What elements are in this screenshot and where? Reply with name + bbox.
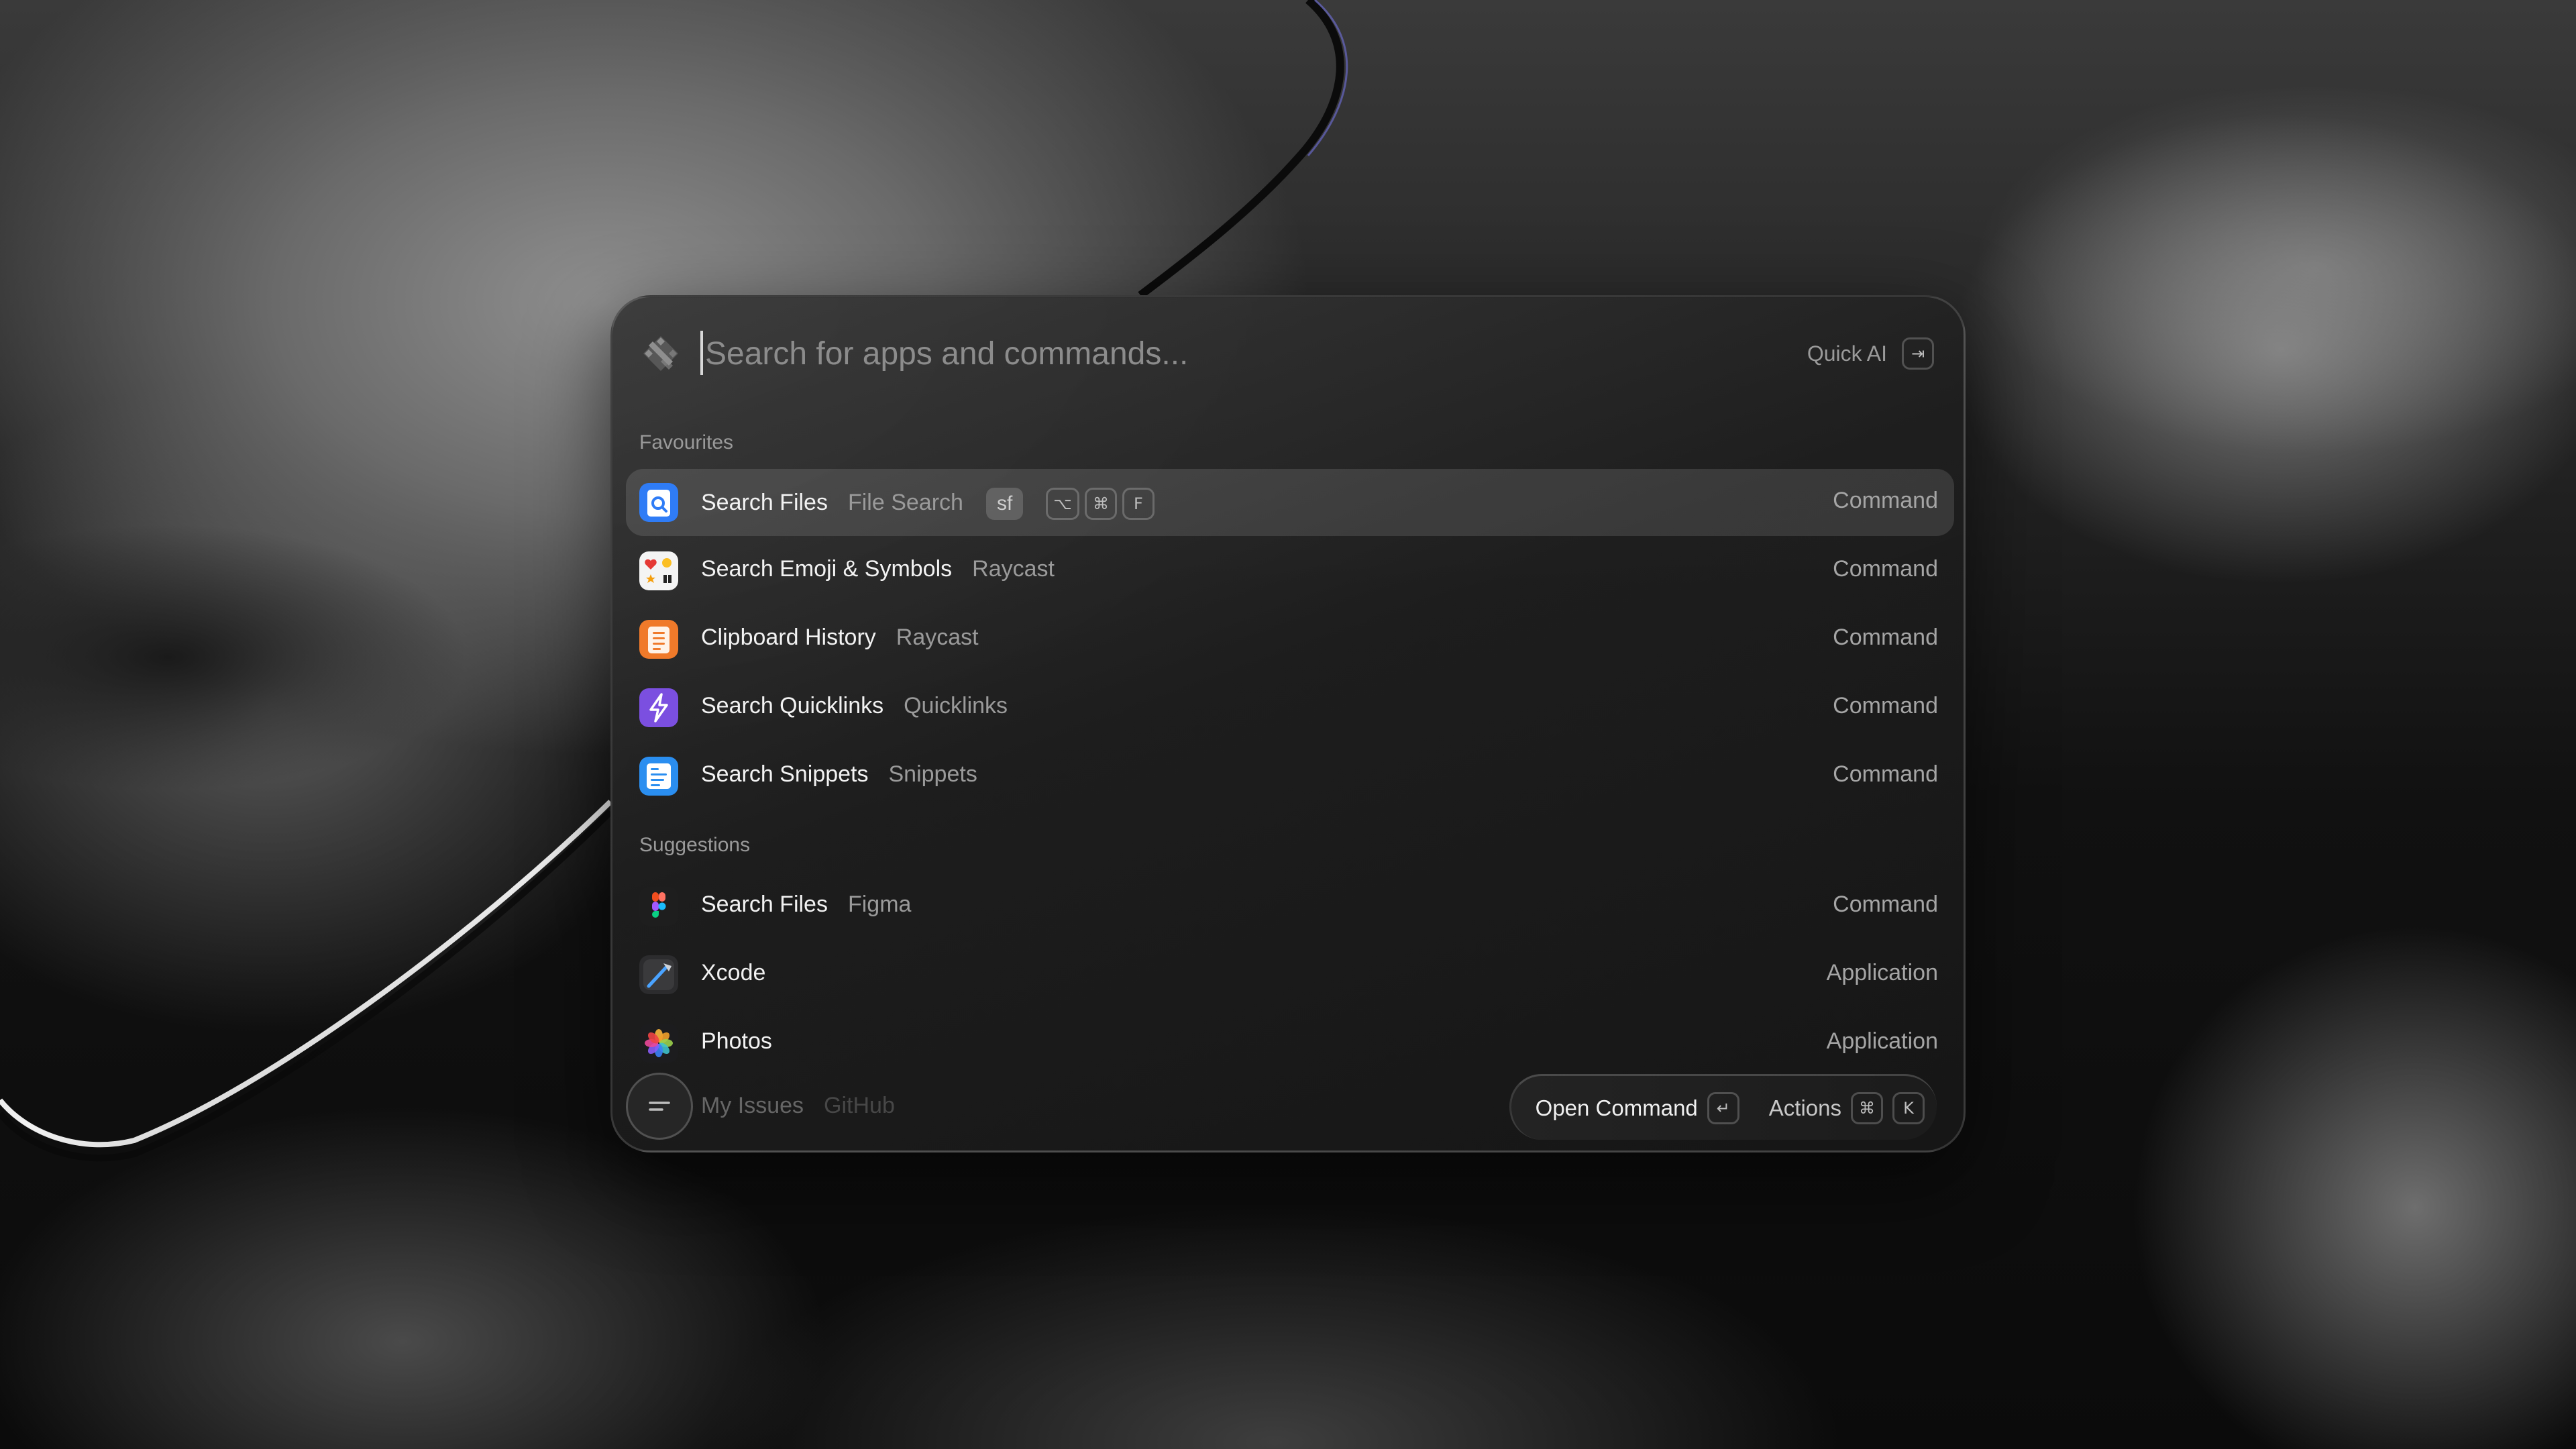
list-item-xcode[interactable]: Xcode Application xyxy=(626,941,1954,1008)
item-shortcuts: sf ⌥ ⌘ F xyxy=(985,488,1155,520)
quick-ai-label: Quick AI xyxy=(1807,341,1887,366)
search-bar: Quick AI ⇥ xyxy=(612,297,1964,411)
search-input[interactable] xyxy=(705,324,1644,383)
item-title: Xcode xyxy=(701,960,766,985)
emoji-icon xyxy=(639,551,678,590)
return-key-icon: ↵ xyxy=(1707,1091,1739,1124)
item-text: Search Files Figma xyxy=(701,892,911,918)
item-subtitle: File Search xyxy=(847,489,963,515)
item-subtitle: Raycast xyxy=(896,625,979,650)
item-text: Search Snippets Snippets xyxy=(701,761,977,788)
photos-icon xyxy=(639,1024,678,1063)
command-key-icon: ⌘ xyxy=(1084,488,1117,520)
raycast-logo-icon xyxy=(643,336,678,371)
menu-lines-icon xyxy=(649,1102,670,1111)
list-item-search-emoji[interactable]: Search Emoji & Symbols Raycast Command xyxy=(626,537,1954,604)
alias-badge: sf xyxy=(985,488,1024,520)
list-item-clipboard-history[interactable]: Clipboard History Raycast Command xyxy=(626,606,1954,673)
quicklinks-icon xyxy=(639,688,678,727)
item-text: Search Files File Search sf ⌥ ⌘ F xyxy=(701,488,1155,520)
item-text: Search Emoji & Symbols Raycast xyxy=(701,556,1055,582)
item-title: Search Files xyxy=(701,892,828,917)
actions-button[interactable]: Actions xyxy=(1769,1095,1841,1121)
list-item-search-quicklinks[interactable]: Search Quicklinks Quicklinks Command xyxy=(626,674,1954,741)
snippets-icon xyxy=(639,757,678,796)
item-type: Command xyxy=(1833,892,1938,917)
item-type: Command xyxy=(1833,488,1938,513)
action-buttons: Open Command ↵ Actions ⌘ K xyxy=(1509,1074,1937,1140)
item-title: Search Quicklinks xyxy=(701,693,884,718)
text-caret xyxy=(700,331,703,375)
figma-icon xyxy=(639,887,678,926)
item-type: Application xyxy=(1826,960,1938,985)
file-search-icon xyxy=(639,483,678,522)
option-key-icon: ⌥ xyxy=(1046,488,1079,520)
item-type: Command xyxy=(1833,625,1938,650)
item-title: Photos xyxy=(701,1028,772,1054)
item-type: Command xyxy=(1833,761,1938,787)
f-key: F xyxy=(1122,488,1155,520)
item-text: Clipboard History Raycast xyxy=(701,625,979,651)
k-key: K xyxy=(1892,1091,1925,1124)
suggestions-section-label: Suggestions xyxy=(639,834,751,856)
clipboard-icon xyxy=(639,620,678,659)
item-text: Photos xyxy=(701,1028,772,1055)
list-item-search-snippets[interactable]: Search Snippets Snippets Command xyxy=(626,743,1954,810)
item-subtitle: Snippets xyxy=(888,761,977,787)
list-item-figma-search-files[interactable]: Search Files Figma Command xyxy=(626,873,1954,940)
tab-key-icon: ⇥ xyxy=(1902,337,1934,370)
item-type: Application xyxy=(1826,1028,1938,1054)
raycast-window: Quick AI ⇥ Favourites Search Files File S… xyxy=(610,295,1966,1152)
item-subtitle: Figma xyxy=(847,892,912,917)
item-title: Search Snippets xyxy=(701,761,869,787)
quick-ai-button[interactable]: Quick AI ⇥ xyxy=(1807,335,1934,372)
item-text: Xcode xyxy=(701,960,765,986)
item-title: Search Emoji & Symbols xyxy=(701,556,953,582)
menu-button[interactable] xyxy=(626,1073,693,1140)
item-title: Clipboard History xyxy=(701,625,876,650)
open-command-button[interactable]: Open Command xyxy=(1536,1095,1698,1121)
xcode-icon xyxy=(639,955,678,994)
item-type: Command xyxy=(1833,556,1938,582)
item-type: Command xyxy=(1833,693,1938,718)
item-subtitle: Quicklinks xyxy=(904,693,1008,718)
action-bar: Open Command ↵ Actions ⌘ K xyxy=(612,1063,1964,1150)
command-key-icon: ⌘ xyxy=(1851,1091,1883,1124)
list-item-search-files[interactable]: Search Files File Search sf ⌥ ⌘ F Command xyxy=(626,469,1954,536)
item-subtitle: Raycast xyxy=(972,556,1055,582)
item-title: Search Files xyxy=(701,489,828,515)
item-text: Search Quicklinks Quicklinks xyxy=(701,693,1008,719)
favourites-section-label: Favourites xyxy=(639,431,734,453)
